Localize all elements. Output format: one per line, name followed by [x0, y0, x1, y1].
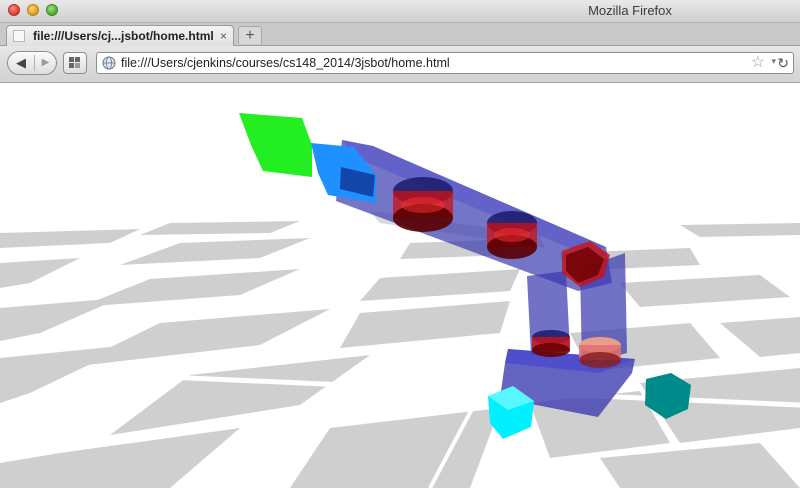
navigation-toolbar: ◀ ▶ file:///Users/cjenkins/courses/cs148… — [0, 46, 800, 83]
window-title: Mozilla Firefox — [588, 3, 672, 18]
browser-window: Mozilla Firefox file:///Users/cj...jsbot… — [0, 0, 800, 488]
url-text: file:///Users/cjenkins/courses/cs148_201… — [121, 56, 450, 70]
tab-close-icon[interactable]: × — [220, 29, 227, 43]
checkerboard-floor — [0, 221, 800, 488]
tab-groups-icon — [69, 57, 80, 68]
robot-joint[interactable] — [532, 330, 570, 357]
back-button[interactable]: ◀ — [8, 52, 34, 74]
tab-home[interactable]: file:///Users/cj...jsbot/home.html × — [6, 25, 234, 46]
forward-button[interactable]: ▶ — [35, 52, 56, 74]
globe-icon — [102, 56, 116, 70]
url-bar[interactable]: file:///Users/cjenkins/courses/cs148_201… — [96, 52, 794, 74]
robot-3d-scene[interactable] — [0, 83, 800, 488]
reload-icon[interactable]: ↻ — [777, 54, 789, 72]
history-dropmark-icon[interactable]: ▾ — [771, 56, 776, 67]
green-target-marker — [239, 113, 312, 177]
robot-joint[interactable] — [393, 177, 453, 232]
page-content — [0, 83, 800, 488]
tab-strip: file:///Users/cj...jsbot/home.html × + — [0, 23, 800, 46]
back-forward-group: ◀ ▶ — [7, 51, 57, 75]
page-icon — [13, 30, 25, 42]
robot-joint[interactable] — [487, 211, 537, 259]
title-bar: Mozilla Firefox — [0, 0, 800, 23]
tab-groups-button[interactable] — [63, 52, 87, 74]
floor-tile — [680, 223, 800, 237]
bookmark-star-icon[interactable]: ☆ — [751, 54, 765, 72]
tab-title: file:///Users/cj...jsbot/home.html — [33, 29, 214, 43]
robot-joint[interactable] — [579, 337, 621, 368]
new-tab-button[interactable]: + — [238, 26, 262, 44]
